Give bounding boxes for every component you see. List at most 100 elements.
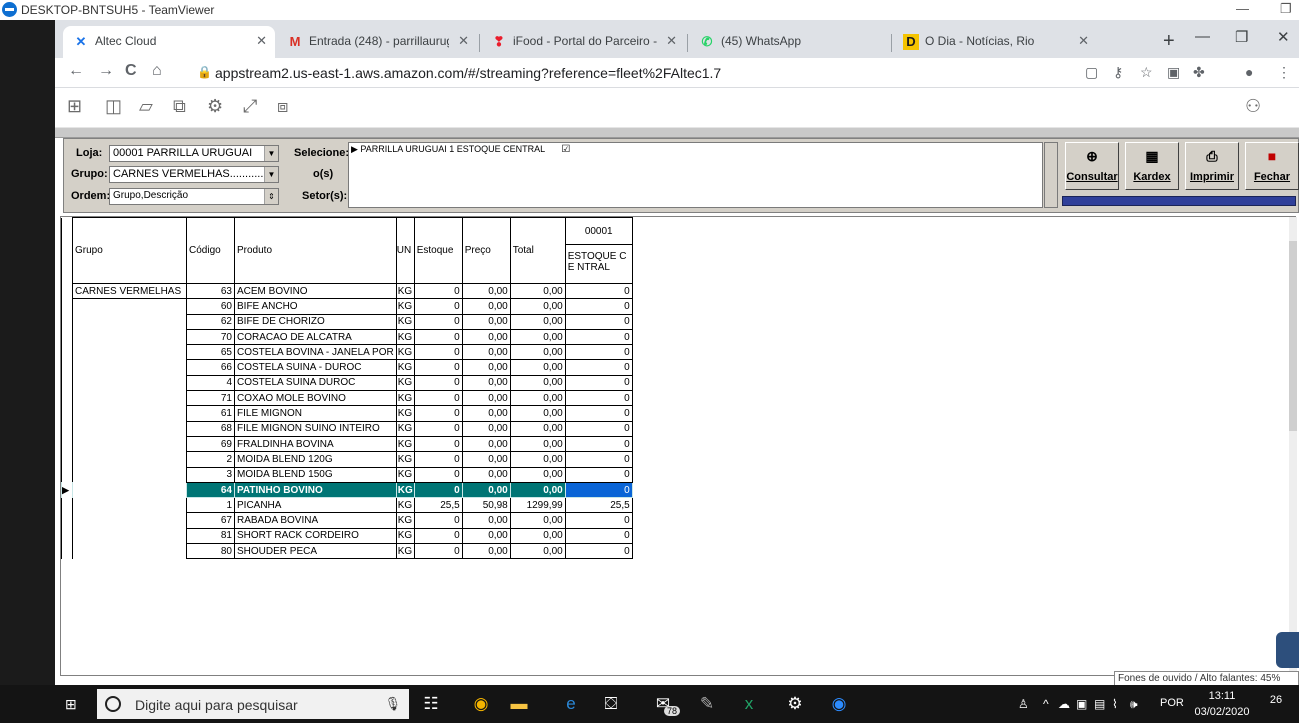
grupo-select[interactable]: CARNES VERMELHAS................... ▼ bbox=[109, 166, 279, 183]
cell-grupo[interactable] bbox=[72, 329, 187, 345]
cell-total[interactable]: 0,00 bbox=[509, 359, 566, 376]
cell-grupo[interactable] bbox=[72, 298, 187, 315]
reload-button[interactable]: C bbox=[125, 62, 137, 80]
settings-gear-icon[interactable]: ⚙ bbox=[207, 96, 223, 117]
cell-codigo[interactable]: 60 bbox=[186, 298, 235, 315]
cell-total[interactable]: 0,00 bbox=[509, 313, 566, 330]
folder-icon[interactable]: ▱ bbox=[139, 96, 153, 117]
apps-grid-icon[interactable]: ⊞ bbox=[67, 96, 82, 117]
cell-grupo[interactable] bbox=[72, 467, 187, 483]
cell-total[interactable]: 0,00 bbox=[509, 481, 566, 499]
cell-produto[interactable]: COSTELA BOVINA - JANELA POR bbox=[234, 344, 397, 361]
cell-codigo[interactable]: 80 bbox=[186, 543, 235, 560]
cell-preco[interactable]: 0,00 bbox=[461, 328, 511, 346]
cell-grupo[interactable] bbox=[72, 421, 187, 437]
cell-estoque[interactable]: 0 bbox=[413, 344, 463, 361]
tab-altec-cloud[interactable]: ✕ Altec Cloud ✕ bbox=[63, 26, 275, 58]
cell-preco[interactable]: 0,00 bbox=[461, 359, 511, 376]
network-tray-icon[interactable]: ▤ bbox=[1094, 697, 1105, 711]
table-row[interactable]: 68 FILE MIGNON SUINO INTEIRO KG 0 0,00 0,00 0 bbox=[61, 420, 633, 437]
cell-preco[interactable]: 0,00 bbox=[461, 390, 511, 407]
cell-grupo[interactable] bbox=[72, 436, 187, 452]
table-row[interactable]: 4 COSTELA SUINA DUROC KG 0 0,00 0,00 0 bbox=[61, 374, 633, 392]
ordem-select[interactable]: Grupo,Descrição ⇕ bbox=[109, 188, 279, 205]
cell-produto[interactable]: COXAO MOLE BOVINO bbox=[234, 390, 397, 407]
cell-un[interactable]: KG bbox=[395, 390, 415, 407]
setor-list[interactable]: ▶ PARRILLA URUGUAI 1 ESTOQUE CENTRAL ☑ bbox=[348, 142, 1043, 208]
cell-un[interactable]: KG bbox=[395, 313, 415, 330]
col-grupo[interactable]: Grupo bbox=[72, 217, 187, 284]
notification-center-button[interactable]: 26 bbox=[1265, 694, 1287, 714]
cell-setor[interactable]: 0 bbox=[564, 543, 633, 560]
windows-switch-icon[interactable]: ◫ bbox=[105, 96, 122, 117]
tab-close-icon[interactable]: ✕ bbox=[458, 33, 469, 49]
cell-codigo[interactable]: 62 bbox=[186, 313, 235, 330]
col-setor[interactable]: 00001 ESTOQUE CE NTRAL bbox=[564, 217, 633, 284]
cell-estoque[interactable]: 0 bbox=[413, 451, 463, 468]
cell-un[interactable]: KG bbox=[395, 374, 415, 392]
cell-preco[interactable]: 0,00 bbox=[461, 543, 511, 560]
excel-icon[interactable]: x bbox=[738, 694, 760, 714]
cell-setor[interactable]: 0 bbox=[564, 359, 633, 376]
taskbar-clock[interactable]: 13:11 03/02/2020 bbox=[1190, 688, 1254, 720]
cell-grupo[interactable] bbox=[72, 314, 187, 330]
cell-setor[interactable]: 0 bbox=[564, 420, 633, 437]
kardex-button[interactable]: ▦ Kardex bbox=[1125, 142, 1179, 190]
teamviewer-panel-handle[interactable] bbox=[1276, 632, 1299, 668]
cell-total[interactable]: 0,00 bbox=[509, 512, 566, 529]
tab-close-icon[interactable]: ✕ bbox=[256, 33, 267, 49]
cell-produto[interactable]: RABADA BOVINA bbox=[234, 512, 397, 529]
table-row[interactable]: 80 SHOUDER PECA KG 0 0,00 0,00 0 bbox=[61, 543, 633, 560]
cell-codigo[interactable]: 68 bbox=[186, 420, 235, 437]
cell-codigo[interactable]: 1 bbox=[186, 497, 235, 514]
cell-un[interactable]: KG bbox=[395, 405, 415, 422]
cell-codigo[interactable]: 64 bbox=[186, 481, 235, 499]
chevron-updown-icon[interactable]: ⇕ bbox=[264, 189, 278, 204]
cell-codigo[interactable]: 71 bbox=[186, 390, 235, 407]
extension-icon[interactable]: ✤ bbox=[1193, 64, 1205, 81]
cell-produto[interactable]: COSTELA SUINA - DUROC bbox=[234, 359, 397, 376]
table-row[interactable]: 60 BIFE ANCHO KG 0 0,00 0,00 0 bbox=[61, 298, 633, 315]
cell-un[interactable]: KG bbox=[395, 466, 415, 483]
col-produto[interactable]: Produto bbox=[234, 217, 397, 284]
cell-total[interactable]: 0,00 bbox=[509, 374, 566, 392]
cell-setor[interactable]: 0 bbox=[564, 282, 633, 300]
col-preco[interactable]: Preço bbox=[461, 217, 511, 284]
store-icon[interactable]: ⛋ bbox=[600, 694, 622, 714]
cell-un[interactable]: KG bbox=[395, 497, 415, 514]
cell-setor[interactable]: 25,5 bbox=[564, 497, 633, 514]
col-codigo[interactable]: Código bbox=[186, 217, 235, 284]
cell-total[interactable]: 0,00 bbox=[509, 405, 566, 422]
chrome-icon[interactable]: ◉ bbox=[470, 694, 492, 714]
cell-preco[interactable]: 0,00 bbox=[461, 344, 511, 361]
cell-preco[interactable]: 0,00 bbox=[461, 466, 511, 483]
cell-estoque[interactable]: 0 bbox=[413, 527, 463, 545]
cell-total[interactable]: 0,00 bbox=[509, 390, 566, 407]
col-total[interactable]: Total bbox=[509, 217, 566, 284]
tab-gmail[interactable]: M Entrada (248) - parrillauruguai ✕ bbox=[277, 26, 477, 58]
cell-estoque[interactable]: 0 bbox=[413, 481, 463, 499]
cell-grupo[interactable] bbox=[72, 528, 187, 544]
onedrive-icon[interactable]: ☁ bbox=[1058, 697, 1070, 711]
cell-grupo[interactable] bbox=[72, 512, 187, 529]
grid-vertical-scrollbar[interactable] bbox=[1289, 217, 1297, 676]
cell-produto[interactable]: FRALDINHA BOVINA bbox=[234, 435, 397, 453]
cell-preco[interactable]: 0,00 bbox=[461, 298, 511, 315]
cell-estoque[interactable]: 0 bbox=[413, 298, 463, 315]
cell-grupo[interactable] bbox=[72, 390, 187, 406]
window-maximize-button[interactable]: ❐ bbox=[1235, 28, 1248, 46]
cell-total[interactable]: 0,00 bbox=[509, 298, 566, 315]
clipboard-copy-icon[interactable]: ⧉ bbox=[173, 96, 186, 117]
teamviewer-minimize-button[interactable]: — bbox=[1236, 1, 1249, 16]
cell-un[interactable]: KG bbox=[395, 435, 415, 453]
table-row[interactable]: 70 CORACAO DE ALCATRA KG 0 0,00 0,00 0 bbox=[61, 328, 633, 346]
table-row[interactable]: 67 RABADA BOVINA KG 0 0,00 0,00 0 bbox=[61, 512, 633, 529]
cell-produto[interactable]: BIFE DE CHORIZO bbox=[234, 313, 397, 330]
cell-estoque[interactable]: 0 bbox=[413, 466, 463, 483]
tab-close-icon[interactable]: ✕ bbox=[1078, 33, 1089, 49]
chevron-down-icon[interactable]: ▼ bbox=[264, 146, 278, 161]
cell-produto[interactable]: CORACAO DE ALCATRA bbox=[234, 328, 397, 346]
wifi-icon[interactable]: ⌇ bbox=[1112, 697, 1118, 711]
cell-codigo[interactable]: 81 bbox=[186, 527, 235, 545]
cell-codigo[interactable]: 4 bbox=[186, 374, 235, 392]
